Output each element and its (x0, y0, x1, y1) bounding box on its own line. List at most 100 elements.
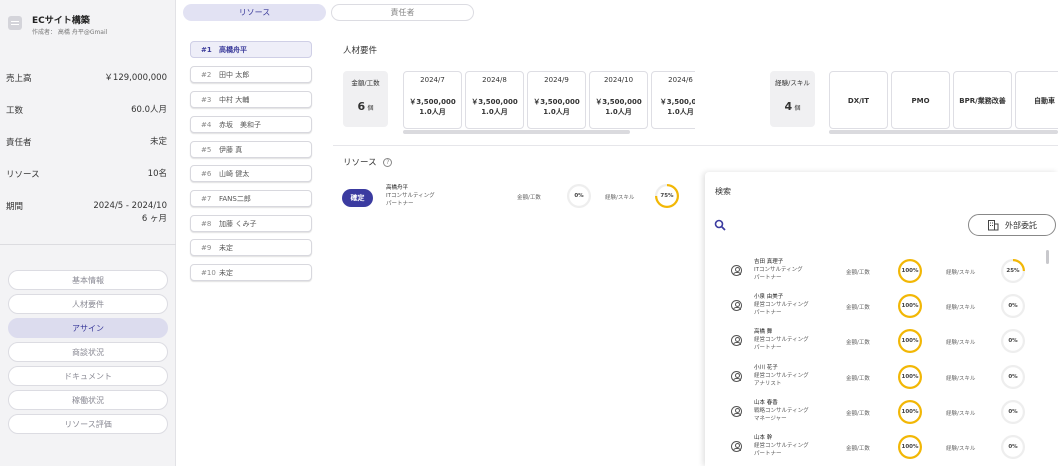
summary-effort: 工数 60.0人月 (6, 104, 167, 117)
month-card[interactable]: 2024/9 ￥3,500,000 1.0人月 (527, 71, 586, 129)
resource-item[interactable]: #1 高橋舟平 (190, 41, 312, 58)
candidate-cost-ring: 100% (898, 365, 922, 389)
resource-item[interactable]: #2 田中 太郎 (190, 66, 312, 83)
resource-item[interactable]: #6 山崎 健太 (190, 165, 312, 182)
skill-count-value: 4 (784, 100, 793, 113)
resource-section-title: リソース ? (343, 156, 393, 168)
resource-name: 赤坂 美和子 (219, 120, 261, 129)
summary-value: 10名 (147, 169, 167, 179)
tab-owner[interactable]: 責任者 (331, 4, 474, 21)
ring-pct: 0% (1008, 338, 1018, 344)
skill-card[interactable]: BPR/業務改善 (953, 71, 1012, 129)
month-amount: ￥3,500,000 (595, 98, 642, 106)
month-amount: ￥3,500,00 (659, 98, 695, 106)
nav-deal-status[interactable]: 商談状況 (8, 342, 168, 362)
resource-item[interactable]: #7 FANS二郎 (190, 190, 312, 207)
nav-resource-eval[interactable]: リソース評価 (8, 414, 168, 434)
skill-scrollbar[interactable] (829, 130, 1058, 134)
month-card[interactable]: 2024/7 ￥3,500,000 1.0人月 (403, 71, 462, 129)
person-icon (731, 300, 742, 311)
candidate-info: 小泉 由美子 経営コンサルティング パートナー (754, 293, 809, 317)
search-title: 検索 (715, 187, 731, 196)
candidate-name: 山本 春香 (754, 400, 778, 406)
resource-name: 未定 (219, 243, 233, 252)
candidate-info: 高橋 舞 経営コンサルティング パートナー (754, 328, 809, 352)
ring-pct: 0% (1008, 444, 1018, 450)
resource-name: 未定 (219, 268, 233, 277)
summary-value: 2024/5 - 2024/10 (93, 201, 167, 211)
candidate-name: 小川 花子 (754, 365, 778, 371)
summary-value: 60.0人月 (131, 105, 167, 115)
candidate-scrollbar[interactable] (1046, 250, 1049, 264)
skill-count-card: 経験/スキル 4 個 (770, 71, 815, 127)
candidate-role1: 経営コンサルティング (754, 443, 809, 449)
skill-card[interactable]: DX/IT (829, 71, 888, 129)
ring-pct: 100% (901, 444, 919, 450)
month-label: 2024/8 (482, 76, 507, 84)
resource-no: #3 (201, 95, 212, 104)
assigned-person: 高橋舟平 ITコンサルティング パートナー (386, 184, 435, 208)
person-icon (731, 371, 742, 382)
candidate-role2: アナリスト (754, 381, 782, 387)
nav-assign[interactable]: アサイン (8, 318, 168, 338)
month-amount: ￥3,500,000 (409, 98, 456, 106)
resource-no: #4 (201, 120, 212, 129)
candidate-role2: パートナー (754, 310, 782, 316)
resource-name: 加藤 くみ子 (219, 219, 257, 228)
assigned-skill-label: 経験/スキル (605, 195, 635, 201)
nav-basic-info[interactable]: 基本情報 (8, 270, 168, 290)
resource-name: 田中 太郎 (219, 70, 250, 79)
resource-no: #10 (201, 268, 216, 277)
menu-icon[interactable] (8, 16, 22, 30)
month-effort: 1.0人月 (543, 108, 570, 116)
nav-documents[interactable]: ドキュメント (8, 366, 168, 386)
summary-label: 売上高 (6, 74, 32, 84)
summary-owner: 責任者 未定 (6, 136, 167, 149)
skill-card[interactable]: 自動車 (1015, 71, 1058, 129)
cost-count-value: 6 (357, 100, 366, 113)
candidate-skill-label: 経験/スキル (946, 376, 976, 382)
month-cards-strip[interactable]: 2024/7 ￥3,500,000 1.0人月 2024/8 ￥3,500,00… (403, 71, 695, 131)
resource-name: 伊藤 真 (219, 145, 243, 154)
resource-item[interactable]: #5 伊藤 真 (190, 141, 312, 158)
month-effort: 1.0人月 (667, 108, 694, 116)
summary-value-wrap: 2024/5 - 2024/10 6 ヶ月 (93, 200, 167, 226)
resource-item[interactable]: #9 未定 (190, 239, 312, 256)
month-card[interactable]: 2024/6 ￥3,500,00 1.0人月 (651, 71, 695, 129)
resource-item[interactable]: #3 中村 大輔 (190, 91, 312, 108)
nav-requirements[interactable]: 人材要件 (8, 294, 168, 314)
month-label: 2024/6 (668, 76, 693, 84)
outsource-button[interactable]: 外部委託 (968, 214, 1056, 236)
month-scrollbar[interactable] (403, 130, 630, 134)
person-icon (731, 441, 742, 452)
assigned-skill-ring: 75% (655, 184, 679, 208)
skill-cards-strip[interactable]: DX/IT PMO BPR/業務改善 自動車 (829, 71, 1058, 131)
candidate-cost-label: 金額/工数 (846, 411, 870, 417)
resource-item[interactable]: #10 未定 (190, 264, 312, 281)
resource-no: #1 (201, 45, 212, 54)
resource-item[interactable]: #8 加藤 くみ子 (190, 215, 312, 232)
search-icon[interactable] (714, 219, 726, 231)
candidate-skill-label: 経験/スキル (946, 411, 976, 417)
skill-card[interactable]: PMO (891, 71, 950, 129)
candidate-cost-ring: 100% (898, 259, 922, 283)
project-title: ECサイト構築 (32, 16, 90, 26)
candidate-skill-ring: 0% (1001, 400, 1025, 424)
month-card[interactable]: 2024/8 ￥3,500,000 1.0人月 (465, 71, 524, 129)
month-card[interactable]: 2024/10 ￥3,500,000 1.0人月 (589, 71, 648, 129)
resource-no: #7 (201, 194, 212, 203)
skill-count-unit: 個 (794, 105, 801, 112)
help-icon[interactable]: ? (383, 158, 393, 167)
person-icon (731, 265, 742, 276)
candidate-cost-ring: 100% (898, 294, 922, 318)
month-effort: 1.0人月 (419, 108, 446, 116)
resource-name: 中村 大輔 (219, 95, 250, 104)
summary-label: リソース (6, 170, 40, 180)
resource-item[interactable]: #4 赤坂 美和子 (190, 116, 312, 133)
assigned-role2: パートナー (386, 201, 414, 207)
nav-utilization[interactable]: 稼働状況 (8, 390, 168, 410)
month-label: 2024/10 (603, 76, 634, 84)
ring-pct: 100% (901, 338, 919, 344)
candidate-role1: ITコンサルティング (754, 267, 803, 273)
tab-resource[interactable]: リソース (183, 4, 326, 21)
